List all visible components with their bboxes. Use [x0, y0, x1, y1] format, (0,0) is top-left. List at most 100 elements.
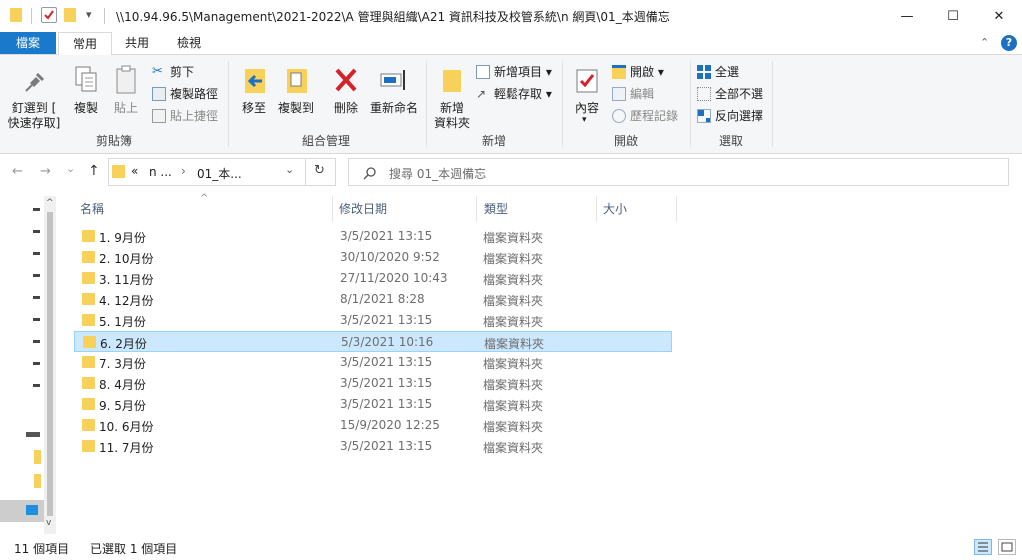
table-row[interactable]: 11. 7月份 3/5/2021 13:15 檔案資料夾 — [74, 436, 672, 457]
up-button[interactable]: ↑ — [88, 163, 100, 179]
copy-path-button[interactable]: 複製路徑 — [152, 85, 218, 102]
history-button[interactable]: 歷程記錄 — [612, 107, 678, 124]
rename-button[interactable]: 重新命名 — [366, 59, 422, 129]
cut-button[interactable]: ✂ 剪下 — [152, 63, 194, 80]
divider — [305, 159, 306, 185]
easy-access-icon: ↗ — [476, 86, 487, 101]
sort-indicator-icon: ^ — [200, 193, 209, 204]
table-row[interactable]: 10. 6月份 15/9/2020 12:25 檔案資料夾 — [74, 415, 672, 436]
table-row[interactable]: 4. 12月份 8/1/2021 8:28 檔案資料夾 — [74, 289, 672, 310]
column-header-size[interactable]: 大小 — [603, 200, 627, 220]
table-row[interactable]: 5. 1月份 3/5/2021 13:15 檔案資料夾 — [74, 310, 672, 331]
forward-button[interactable]: → — [40, 164, 51, 179]
window-title: \\10.94.96.5\Management\2021-2022\A 管理與組… — [116, 10, 670, 24]
refresh-button[interactable]: ↻ — [314, 163, 325, 178]
search-box[interactable]: 搜尋 01_本週備忘 — [348, 158, 1009, 186]
tab-view[interactable]: 檢視 — [166, 32, 212, 54]
address-dropdown-button[interactable]: ⌄ — [285, 163, 294, 176]
scrollbar-thumb[interactable] — [47, 212, 53, 516]
open-folder-icon — [612, 64, 626, 79]
large-icons-view-button[interactable] — [998, 539, 1016, 555]
history-icon — [612, 108, 626, 123]
column-header-name[interactable]: 名稱 — [80, 200, 104, 220]
file-date: 3/5/2021 13:15 — [340, 439, 433, 453]
file-type: 檔案資料夾 — [483, 399, 544, 413]
address-bar[interactable]: « n ... › 01_本... ⌄ — [108, 158, 336, 186]
divider[interactable] — [596, 196, 597, 222]
folder-icon — [83, 336, 96, 348]
collapse-ribbon-icon[interactable]: ⌃ — [980, 36, 989, 49]
copy-to-button[interactable]: 複製到 — [274, 59, 318, 129]
file-name: 9. 5月份 — [99, 399, 146, 413]
invert-selection-label: 反向選擇 — [715, 109, 764, 123]
easy-access-button[interactable]: ↗ 輕鬆存取 ▾ — [476, 85, 552, 102]
details-view-button[interactable] — [974, 539, 992, 555]
table-row[interactable]: 9. 5月份 3/5/2021 13:15 檔案資料夾 — [74, 394, 672, 415]
edit-button[interactable]: 編輯 — [612, 85, 654, 102]
scroll-up-arrow[interactable]: ^ — [46, 198, 54, 208]
delete-button[interactable]: 刪除 — [326, 59, 366, 129]
select-all-button[interactable]: 全選 — [697, 63, 739, 80]
properties-dropdown-icon: ▾ — [582, 115, 587, 125]
divider[interactable] — [476, 196, 477, 222]
maximize-button[interactable]: ☐ — [930, 0, 976, 32]
tab-share[interactable]: 共用 — [114, 32, 160, 54]
tab-home[interactable]: 常用 — [58, 32, 112, 56]
edit-icon — [612, 86, 626, 101]
file-name: 2. 10月份 — [99, 252, 154, 266]
folder-icon — [10, 8, 22, 22]
properties-button[interactable]: 內容 ▾ — [566, 59, 608, 129]
close-button[interactable]: ✕ — [976, 0, 1022, 32]
copy-button[interactable]: 複製 — [66, 59, 106, 129]
column-header-type[interactable]: 類型 — [484, 200, 508, 220]
help-icon[interactable]: ? — [1001, 35, 1017, 51]
breadcrumb-n[interactable]: n ... — [149, 165, 172, 179]
nav-tree[interactable] — [0, 200, 44, 530]
table-row[interactable]: 3. 11月份 27/11/2020 10:43 檔案資料夾 — [74, 268, 672, 289]
address-overflow-button[interactable]: « — [131, 164, 138, 178]
nav-pane-scrollbar[interactable]: ^ v — [44, 196, 56, 534]
customize-quick-access-icon[interactable]: ▾ — [86, 8, 92, 21]
paste-button[interactable]: 貼上 — [106, 59, 146, 129]
properties-check-icon[interactable] — [41, 7, 57, 23]
table-row[interactable]: 1. 9月份 3/5/2021 13:15 檔案資料夾 — [74, 226, 672, 247]
file-name: 11. 7月份 — [99, 441, 154, 455]
pin-quick-access-button[interactable]: 釘選到 [ 快速存取] — [4, 59, 64, 130]
move-to-button[interactable]: 移至 — [234, 59, 274, 129]
open-button[interactable]: 開啟 ▾ — [612, 63, 664, 80]
select-none-label: 全部不選 — [715, 87, 764, 101]
table-row[interactable]: 2. 10月份 30/10/2020 9:52 檔案資料夾 — [74, 247, 672, 268]
ribbon-tab-bar: 檔案 常用 共用 檢視 ⌃ ? — [0, 32, 1022, 56]
new-folder-quick-icon[interactable] — [64, 8, 76, 22]
back-button[interactable]: ← — [12, 164, 23, 179]
drive-icon — [33, 362, 40, 365]
delete-x-icon — [335, 68, 357, 92]
tab-file[interactable]: 檔案 — [0, 32, 56, 54]
new-folder-button[interactable]: 新增 資料夾 — [430, 59, 474, 130]
network-item[interactable] — [0, 500, 44, 522]
group-label-new: 新增 — [481, 134, 506, 148]
column-header-date[interactable]: 修改日期 — [339, 200, 387, 220]
scroll-down-arrow[interactable]: v — [46, 518, 51, 528]
breadcrumb-current[interactable]: 01_本... — [197, 165, 242, 182]
breadcrumb-separator[interactable]: › — [181, 164, 186, 178]
invert-selection-button[interactable]: 反向選擇 — [697, 107, 763, 124]
new-item-button[interactable]: 新增項目 ▾ — [476, 63, 552, 80]
search-icon — [363, 167, 376, 180]
status-bar: 11 個項目 已選取 1 個項目 — [0, 536, 1022, 560]
recent-locations-button[interactable]: ⌄ — [66, 162, 75, 175]
file-date: 3/5/2021 13:15 — [340, 376, 433, 390]
file-type: 檔案資料夾 — [483, 420, 544, 434]
divider[interactable] — [332, 196, 333, 222]
paste-shortcut-button[interactable]: 貼上捷徑 — [152, 107, 218, 124]
select-none-button[interactable]: 全部不選 — [697, 85, 763, 102]
rename-label: 重新命名 — [369, 101, 418, 115]
drive-icon — [33, 230, 40, 233]
table-row-selected[interactable]: 6. 2月份 5/3/2021 10:16 檔案資料夾 — [74, 331, 672, 352]
minimize-button[interactable]: — — [884, 0, 930, 32]
divider[interactable] — [676, 196, 677, 222]
file-type: 檔案資料夾 — [483, 357, 544, 371]
folder-icon — [82, 419, 95, 431]
table-row[interactable]: 7. 3月份 3/5/2021 13:15 檔案資料夾 — [74, 352, 672, 373]
table-row[interactable]: 8. 4月份 3/5/2021 13:15 檔案資料夾 — [74, 373, 672, 394]
